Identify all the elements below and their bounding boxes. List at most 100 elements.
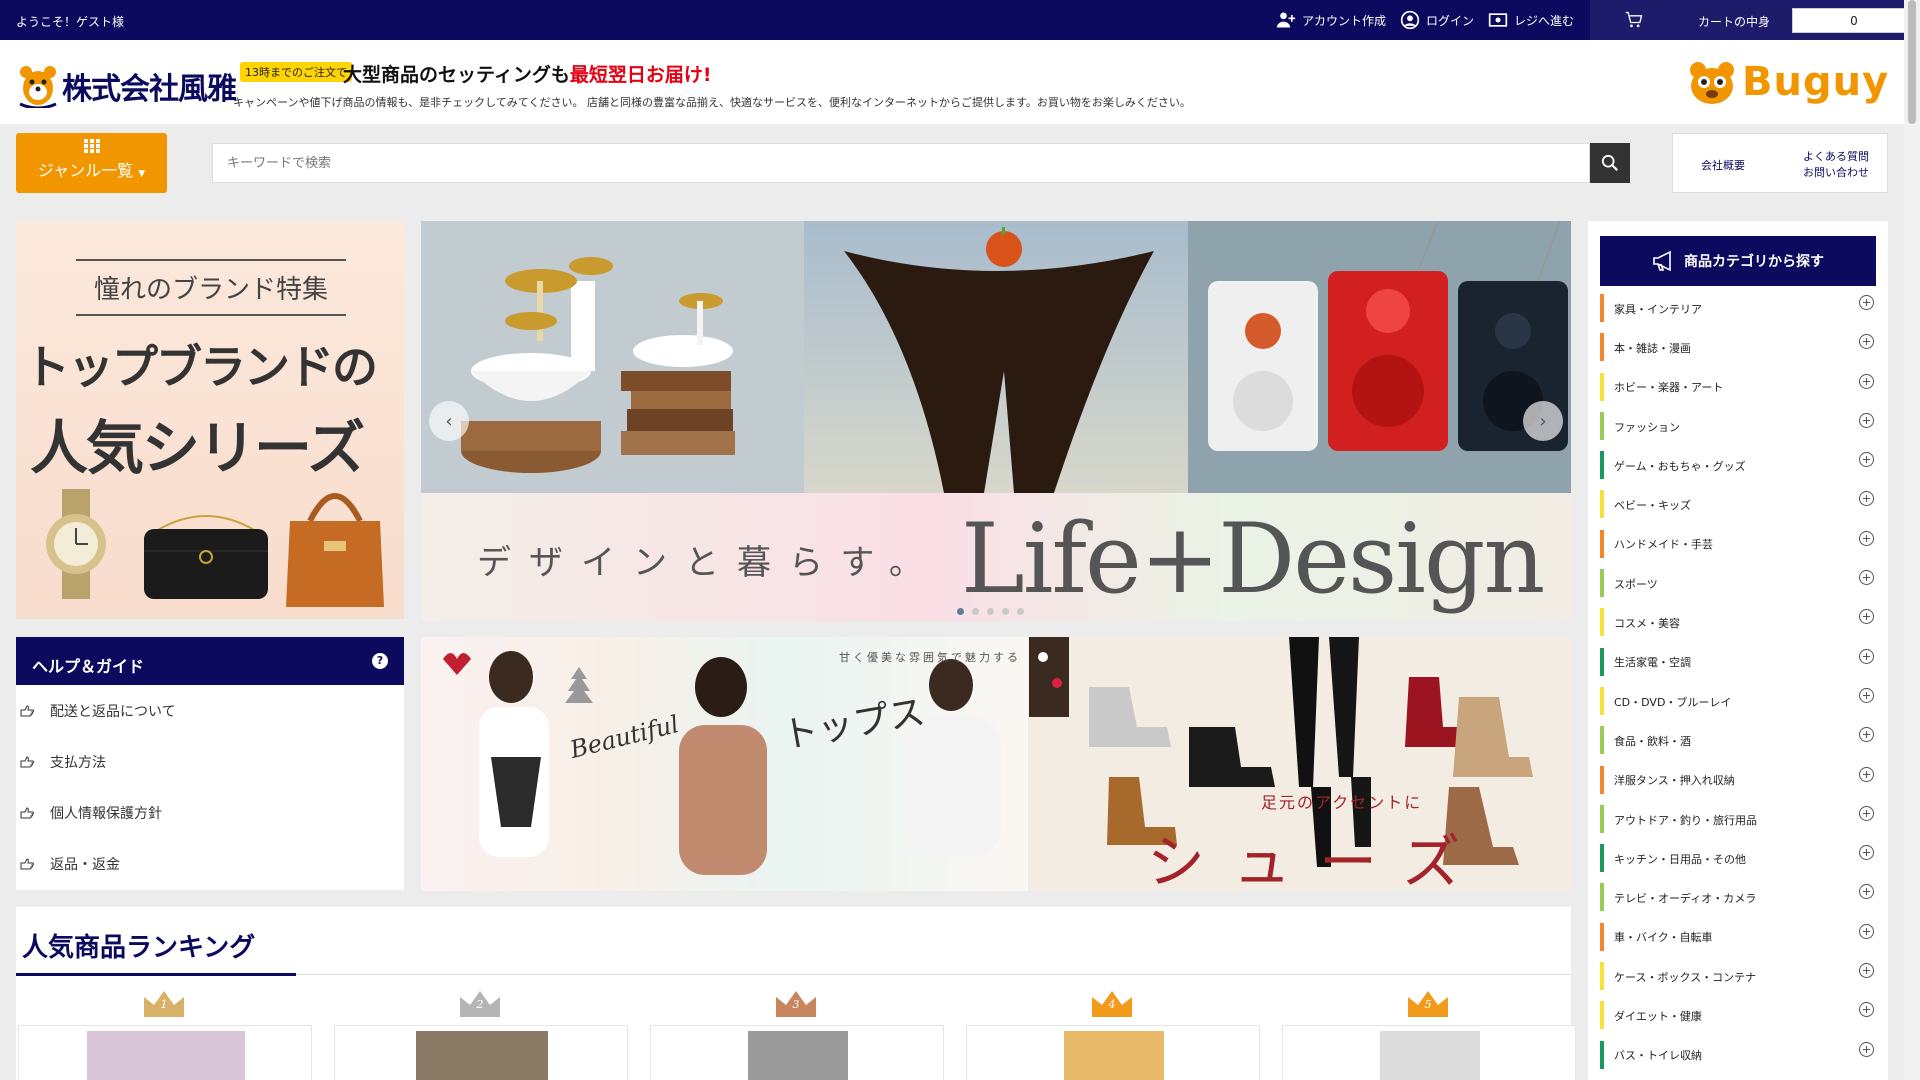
- category-item[interactable]: ダイエット・健康: [1600, 996, 1884, 1035]
- category-item[interactable]: 車・バイク・自転車: [1600, 918, 1884, 957]
- help-item[interactable]: 返品・返金: [16, 838, 404, 889]
- help-item[interactable]: 支払方法: [16, 736, 404, 787]
- category-color-bar: [1600, 451, 1604, 480]
- expand-plus-icon[interactable]: [1859, 452, 1874, 468]
- category-item[interactable]: 食品・飲料・酒: [1600, 721, 1884, 760]
- category-item[interactable]: ベビー・キッズ: [1600, 485, 1884, 524]
- scrollbar-thumb[interactable]: [1908, 0, 1916, 124]
- search-icon: [1601, 154, 1618, 171]
- category-color-bar: [1600, 883, 1604, 912]
- expand-plus-icon[interactable]: [1859, 884, 1874, 900]
- genre-menu-button[interactable]: ジャンル一覧 ▼: [16, 133, 167, 193]
- category-item[interactable]: 本・雑誌・漫画: [1600, 328, 1884, 367]
- cart-box[interactable]: カートの中身 0: [1590, 0, 1916, 40]
- ranking-product-card[interactable]: [966, 1025, 1260, 1080]
- carousel-dot[interactable]: [972, 608, 979, 615]
- genre-menu-text: ジャンル一覧: [37, 161, 134, 180]
- add-user-icon: [1276, 12, 1296, 28]
- expand-plus-icon[interactable]: [1859, 530, 1874, 546]
- category-color-bar: [1600, 765, 1604, 794]
- help-item[interactable]: 個人情報保護方針: [16, 787, 404, 838]
- shoes-banner[interactable]: 足元のアクセントに シューズ: [1029, 637, 1571, 891]
- brand-logo[interactable]: Buguy: [1688, 58, 1889, 106]
- category-item[interactable]: 家具・インテリア: [1600, 289, 1884, 328]
- category-item[interactable]: ゲーム・おもちゃ・グッズ: [1600, 446, 1884, 485]
- category-label: ハンドメイド・手芸: [1614, 538, 1713, 552]
- faq-contact-link[interactable]: よくある質問 お問い合わせ: [1803, 149, 1869, 181]
- category-label: コスメ・美容: [1614, 617, 1680, 631]
- carousel-dot[interactable]: [957, 608, 964, 615]
- expand-plus-icon[interactable]: [1859, 963, 1874, 979]
- page-scrollbar[interactable]: [1904, 0, 1920, 1080]
- category-item[interactable]: バス・トイレ収納: [1600, 1036, 1884, 1075]
- search-input[interactable]: [212, 143, 1590, 183]
- company-name[interactable]: 株式会社風雅: [62, 64, 237, 108]
- category-item[interactable]: 洋服タンス・押入れ収納: [1600, 761, 1884, 800]
- promo-badge: 13時までのご注文で: [240, 62, 352, 82]
- help-item[interactable]: 配送と返品について: [16, 685, 404, 736]
- expand-plus-icon[interactable]: [1859, 727, 1874, 743]
- category-item[interactable]: コスメ・美容: [1600, 603, 1884, 642]
- ranking-product-card[interactable]: [334, 1025, 628, 1080]
- expand-plus-icon[interactable]: [1859, 1002, 1874, 1018]
- expand-plus-icon[interactable]: [1859, 805, 1874, 821]
- expand-plus-icon[interactable]: [1859, 334, 1874, 350]
- carousel-dot[interactable]: [987, 608, 994, 615]
- category-label: 本・雑誌・漫画: [1614, 341, 1691, 355]
- category-item[interactable]: 生活家電・空調: [1600, 643, 1884, 682]
- expand-plus-icon[interactable]: [1859, 609, 1874, 625]
- promo-headline-text: 大型商品のセッティングも: [343, 64, 570, 86]
- contact-label: お問い合わせ: [1803, 166, 1869, 179]
- category-panel: 商品カテゴリから探す 家具・インテリア本・雑誌・漫画ホビー・楽器・アート ファッシ…: [1588, 221, 1888, 1080]
- expand-plus-icon[interactable]: [1859, 687, 1874, 703]
- brand-feature-banner[interactable]: 憧れのブランド特集 トップブランドの 人気シリーズ: [16, 221, 404, 619]
- search-button[interactable]: [1590, 143, 1630, 183]
- bear-logo-icon: [1690, 62, 1734, 104]
- category-item[interactable]: ホビー・楽器・アート: [1600, 368, 1884, 407]
- carousel-caption-strip: デザインと暮らす。 Life+Design: [421, 493, 1571, 621]
- category-item[interactable]: スポーツ: [1600, 564, 1884, 603]
- expand-plus-icon[interactable]: [1859, 648, 1874, 664]
- cart-icon: [1625, 11, 1643, 28]
- category-panel-header: 商品カテゴリから探す: [1600, 236, 1876, 286]
- category-item[interactable]: CD・DVD・ブルーレイ: [1600, 682, 1884, 721]
- expand-plus-icon[interactable]: [1859, 766, 1874, 782]
- category-color-bar: [1600, 922, 1604, 951]
- brand-name: Buguy: [1742, 59, 1890, 105]
- carousel-next-button[interactable]: ›: [1523, 401, 1563, 441]
- expand-plus-icon[interactable]: [1859, 412, 1874, 428]
- expand-plus-icon[interactable]: [1859, 491, 1874, 507]
- expand-plus-icon[interactable]: [1859, 923, 1874, 939]
- create-account-link[interactable]: アカウント作成: [1276, 10, 1386, 30]
- category-color-bar: [1600, 1040, 1604, 1069]
- category-item[interactable]: ケース・ボックス・コンテナ: [1600, 957, 1884, 996]
- expand-plus-icon[interactable]: [1859, 845, 1874, 861]
- category-color-bar: [1600, 844, 1604, 873]
- category-item[interactable]: アウトドア・釣り・旅行用品: [1600, 800, 1884, 839]
- category-label: 食品・飲料・酒: [1614, 734, 1691, 748]
- category-item[interactable]: キッチン・日用品・その他: [1600, 839, 1884, 878]
- expand-plus-icon[interactable]: [1859, 570, 1874, 586]
- ranking-product-card[interactable]: [1282, 1025, 1576, 1080]
- company-logo-icon[interactable]: [14, 60, 60, 108]
- tops-banner-subtitle: 甘く優美な雰囲気で魅力する: [839, 651, 1021, 664]
- checkout-link[interactable]: レジへ進む: [1488, 10, 1574, 30]
- company-info-link[interactable]: 会社概要: [1701, 157, 1745, 173]
- hand-pointer-icon: [20, 806, 34, 818]
- category-item[interactable]: ファッション: [1600, 407, 1884, 446]
- category-item[interactable]: テレビ・オーディオ・カメラ: [1600, 878, 1884, 917]
- tops-banner[interactable]: 甘く優美な雰囲気で魅力する Beautiful トップス: [421, 637, 1028, 891]
- expand-plus-icon[interactable]: [1859, 295, 1874, 310]
- category-item[interactable]: ハンドメイド・手芸: [1600, 525, 1884, 564]
- hero-carousel[interactable]: デザインと暮らす。 Life+Design ‹ ›: [421, 221, 1571, 621]
- ranking-product-card[interactable]: [650, 1025, 944, 1080]
- category-color-bar: [1600, 686, 1604, 715]
- expand-plus-icon[interactable]: [1859, 1041, 1874, 1057]
- expand-plus-icon[interactable]: [1859, 373, 1874, 389]
- carousel-dot[interactable]: [1002, 608, 1009, 615]
- carousel-dot[interactable]: [1017, 608, 1024, 615]
- login-link[interactable]: ログイン: [1400, 10, 1474, 30]
- info-links: 会社概要 よくある質問 お問い合わせ: [1672, 133, 1888, 193]
- carousel-prev-button[interactable]: ‹: [429, 401, 469, 441]
- ranking-product-card[interactable]: [18, 1025, 312, 1080]
